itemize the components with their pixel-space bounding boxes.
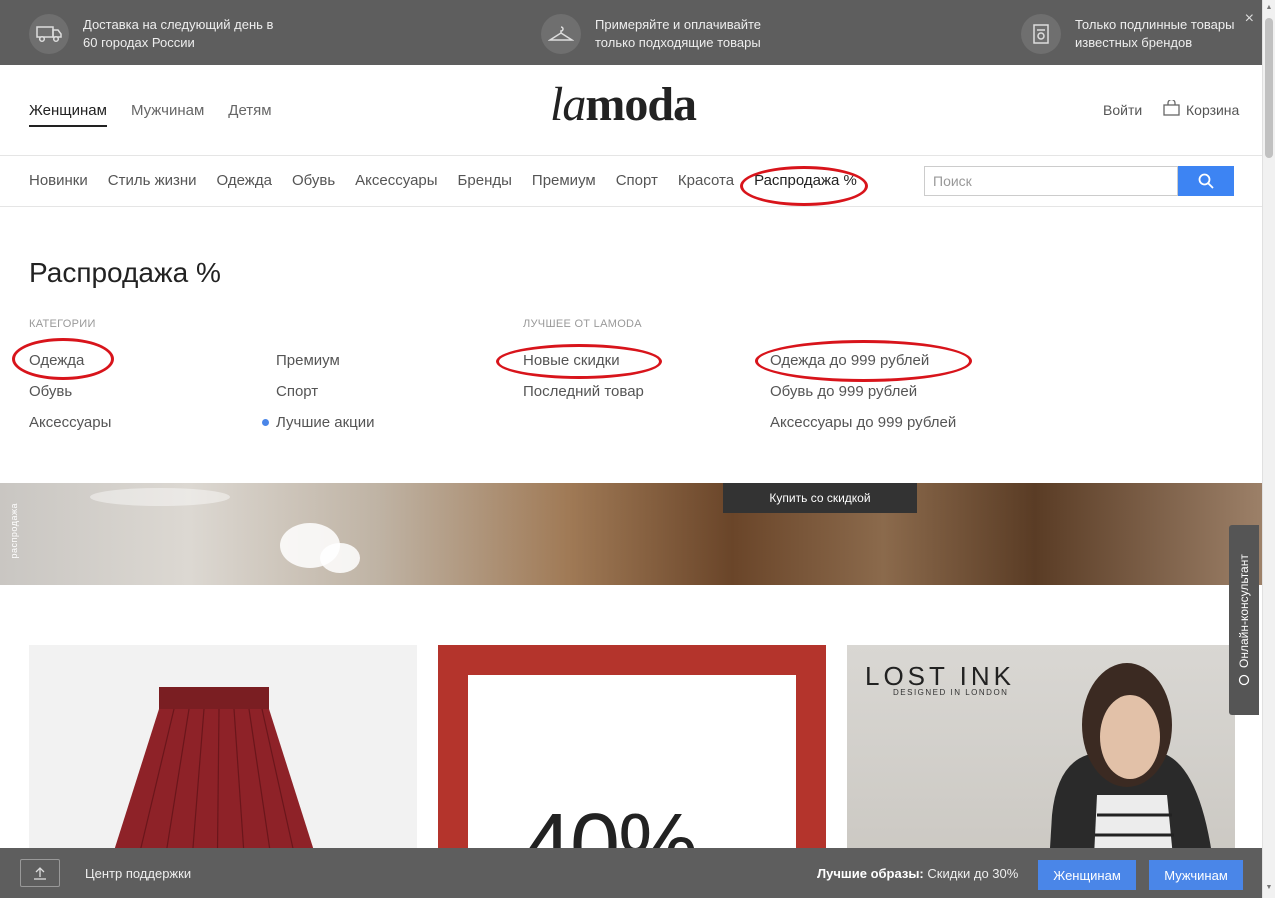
categories-heading: КАТЕГОРИИ xyxy=(29,318,96,330)
link-sale-shoes[interactable]: Обувь xyxy=(29,383,72,400)
gender-tabs: Женщинам Мужчинам Детям xyxy=(29,102,272,127)
hanger-icon xyxy=(541,14,581,54)
promo-delivery-text: Доставка на следующий день в 60 городах … xyxy=(83,17,274,50)
tab-kids[interactable]: Детям xyxy=(228,102,271,127)
nav-item-beauty[interactable]: Красота xyxy=(678,172,734,189)
logo-bold: moda xyxy=(585,78,697,131)
nav-item-sport[interactable]: Спорт xyxy=(616,172,658,189)
nav-item-premium[interactable]: Премиум xyxy=(532,172,596,189)
tab-men[interactable]: Мужчинам xyxy=(131,102,204,127)
men-button[interactable]: Мужчинам xyxy=(1149,860,1243,890)
cart-label: Корзина xyxy=(1186,101,1240,118)
search-box xyxy=(924,166,1234,196)
search-input[interactable] xyxy=(924,166,1178,196)
best-looks-value: Скидки до 30% xyxy=(927,866,1019,881)
dot-icon xyxy=(262,418,269,426)
sale-dropdown: Распродажа % КАТЕГОРИИ ЛУЧШЕЕ ОТ LAMODA … xyxy=(0,207,1262,483)
link-best-deals[interactable]: Лучшие акции xyxy=(262,414,375,431)
link-sale-clothing[interactable]: Одежда xyxy=(29,352,84,369)
dropdown-title: Распродажа % xyxy=(29,257,221,288)
certificate-icon xyxy=(1021,14,1061,54)
nav-item-brands[interactable]: Бренды xyxy=(458,172,512,189)
tab-women[interactable]: Женщинам xyxy=(29,102,107,127)
best-heading: ЛУЧШЕЕ ОТ LAMODA xyxy=(523,318,642,330)
link-best-deals-label: Лучшие акции xyxy=(276,414,375,431)
promo-authentic: Только подлинные товары известных брендо… xyxy=(1021,14,1275,54)
header: Женщинам Мужчинам Детям lamoda Войти Кор… xyxy=(0,65,1262,156)
link-sale-sport[interactable]: Спорт xyxy=(276,383,318,400)
upload-icon xyxy=(34,867,46,880)
women-button[interactable]: Женщинам xyxy=(1038,860,1136,890)
scroll-down-arrow-icon[interactable]: ▼ xyxy=(1265,884,1273,892)
nav-item-new[interactable]: Новинки xyxy=(29,172,88,189)
online-consultant-tab[interactable]: Онлайн-консультант xyxy=(1229,525,1259,715)
promo-bar: Доставка на следующий день в 60 городах … xyxy=(0,0,1262,65)
nav-item-sale[interactable]: Распродажа % xyxy=(754,172,857,189)
banner-snow xyxy=(90,488,230,506)
support-center-link[interactable]: Центр поддержки xyxy=(85,866,191,881)
logo[interactable]: lamoda xyxy=(550,77,697,132)
scrollbar[interactable]: ▲ ▼ xyxy=(1262,0,1275,898)
logo-light: la xyxy=(550,78,586,131)
scroll-up-arrow-icon[interactable]: ▲ xyxy=(1265,4,1273,12)
cart-link[interactable]: Корзина xyxy=(1163,98,1240,119)
scroll-top-button[interactable] xyxy=(20,859,60,887)
promo-tryon-text: Примеряйте и оплачивайте только подходящ… xyxy=(595,17,762,50)
link-last-items[interactable]: Последний товар xyxy=(523,383,644,400)
link-sale-premium[interactable]: Премиум xyxy=(276,352,340,369)
bag-icon xyxy=(1163,98,1180,119)
link-sale-accessories[interactable]: Аксессуары xyxy=(29,414,111,431)
nav-item-shoes[interactable]: Обувь xyxy=(292,172,335,189)
truck-icon xyxy=(29,14,69,54)
chat-icon xyxy=(1237,674,1251,686)
nav-item-clothing[interactable]: Одежда xyxy=(217,172,272,189)
promo-tryon: Примеряйте и оплачивайте только подходящ… xyxy=(541,14,795,54)
link-shoes-999[interactable]: Обувь до 999 рублей xyxy=(770,383,917,400)
best-looks-label: Лучшие образы: xyxy=(817,866,924,881)
page: Доставка на следующий день в 60 городах … xyxy=(0,0,1275,898)
login-link[interactable]: Войти xyxy=(1103,102,1142,118)
consultant-label: Онлайн-консультант xyxy=(1237,554,1251,668)
banner-snow xyxy=(320,543,360,573)
close-icon[interactable]: × xyxy=(1245,10,1254,28)
nav-item-accessories[interactable]: Аксессуары xyxy=(355,172,437,189)
search-icon xyxy=(1198,173,1214,189)
sale-banner[interactable]: распродажа Купить со скидкой xyxy=(0,483,1262,585)
best-looks: Лучшие образы: Скидки до 30% xyxy=(817,866,1018,881)
link-clothing-999[interactable]: Одежда до 999 рублей xyxy=(770,352,929,369)
bottom-bar: Центр поддержки Лучшие образы: Скидки до… xyxy=(0,848,1262,898)
buy-discount-button[interactable]: Купить со скидкой xyxy=(723,483,917,513)
nav-item-lifestyle[interactable]: Стиль жизни xyxy=(108,172,197,189)
search-button[interactable] xyxy=(1178,166,1234,196)
main-nav: Новинки Стиль жизни Одежда Обувь Аксессу… xyxy=(0,156,1262,207)
promo-delivery: Доставка на следующий день в 60 городах … xyxy=(29,14,283,54)
nav-items: Новинки Стиль жизни Одежда Обувь Аксессу… xyxy=(29,172,857,189)
banner-vertical-label: распродажа xyxy=(9,503,19,559)
scroll-thumb[interactable] xyxy=(1265,18,1273,158)
link-accessories-999[interactable]: Аксессуары до 999 рублей xyxy=(770,414,956,431)
link-new-discounts[interactable]: Новые скидки xyxy=(523,352,620,369)
